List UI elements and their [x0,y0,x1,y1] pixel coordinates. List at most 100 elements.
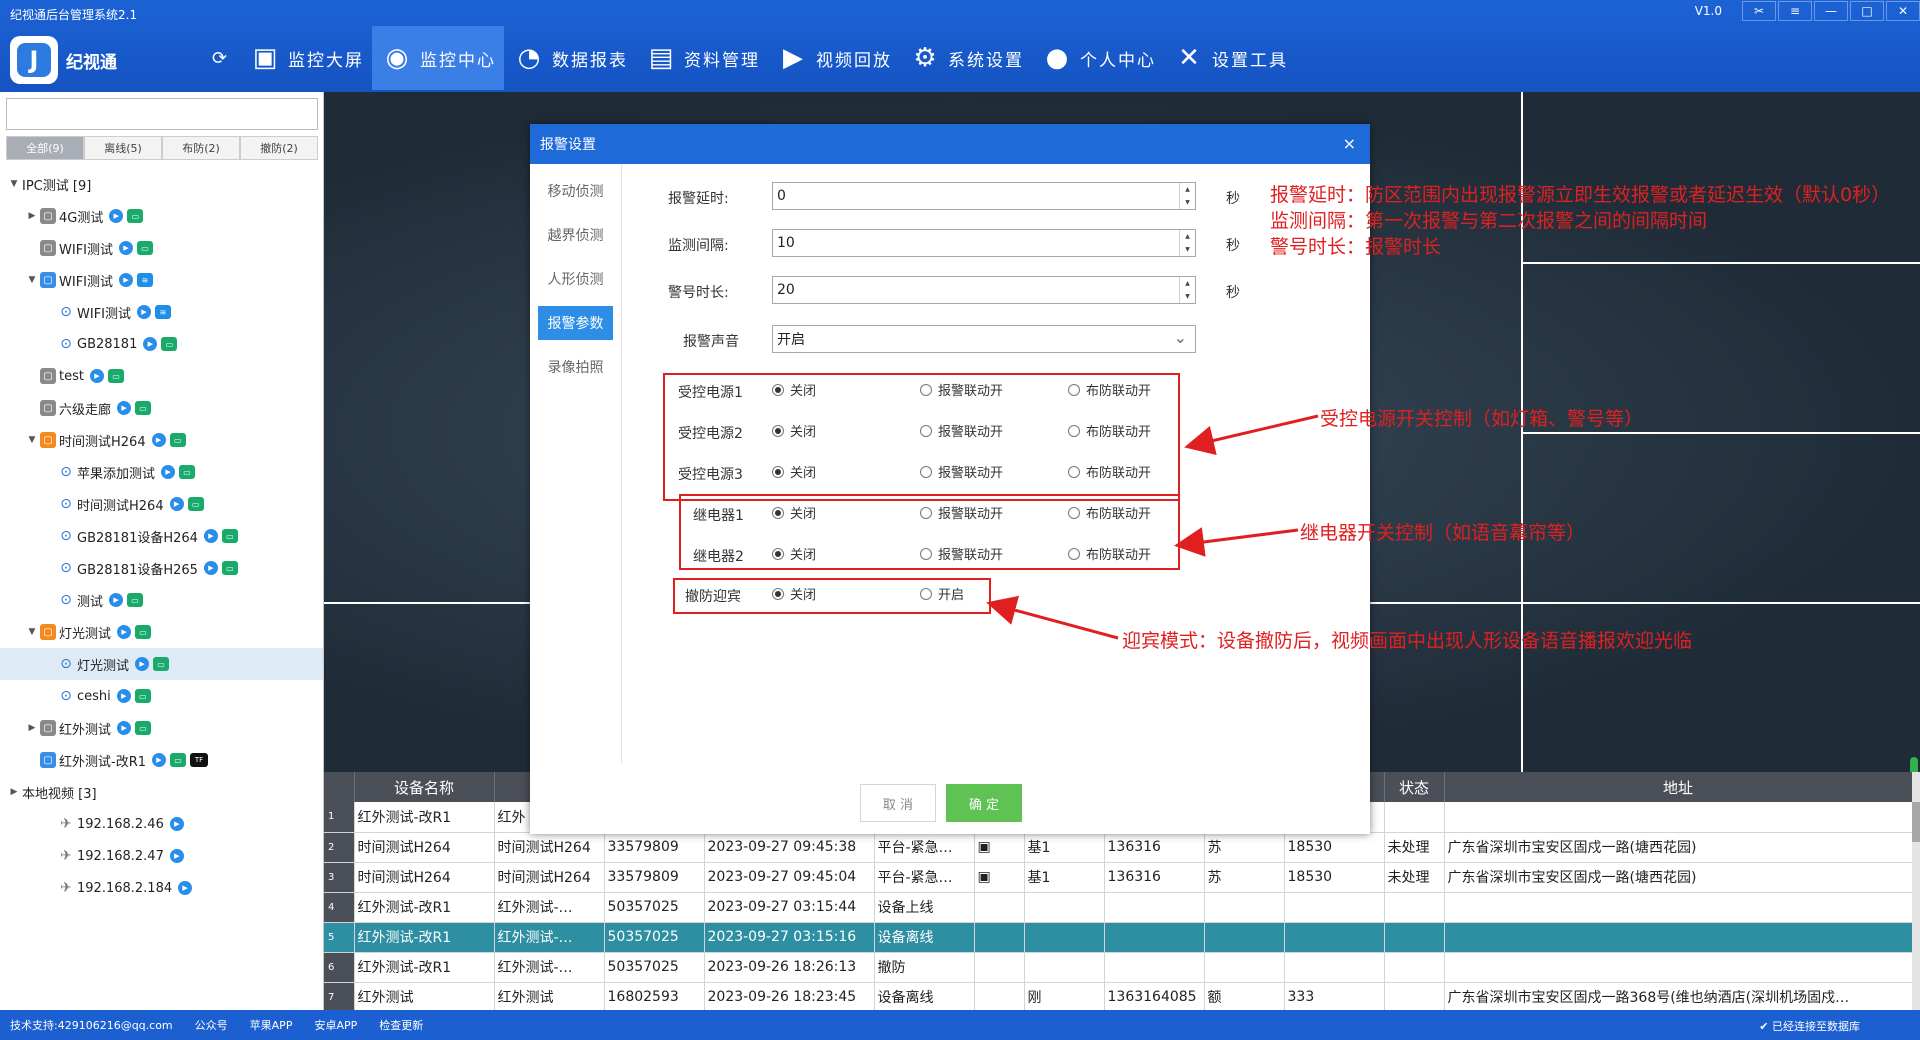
nav-tab-2[interactable]: ◔ 数据报表 [504,26,636,90]
cancel-button[interactable]: 取 消 [860,784,936,822]
play-icon[interactable]: ▶ [169,849,184,863]
tree-item[interactable]: ▢ test ▶ ▭ [0,360,323,392]
status-link[interactable]: 安卓APP [314,1017,357,1033]
nav-tab-4[interactable]: ▶ 视频回放 [768,26,900,90]
play-icon[interactable]: ▶ [89,369,104,383]
tree-item[interactable]: ▶ ▢ 红外测试 ▶ ▭ [0,712,323,744]
status-link[interactable]: 公众号 [195,1017,228,1033]
close-window-icon[interactable]: ✕ [1886,1,1920,21]
table-row[interactable]: 5 红外测试-改R1 红外测试-… 50357025 2023-09-27 03:15:… [324,922,1913,953]
number-input[interactable]: 20 ▲ ▼ [772,276,1196,304]
tree-item[interactable]: ⊙ GB28181设备H265 ▶ ▭ [0,552,323,584]
play-icon[interactable]: ▶ [117,721,132,735]
alarm-sound-select[interactable]: 开启 ⌄ [772,325,1196,353]
tree-item[interactable]: ✈ 192.168.2.46 ▶ [0,808,323,840]
play-icon[interactable]: ▶ [203,561,218,575]
play-icon[interactable]: ▶ [178,881,193,895]
table-row[interactable]: 7 红外测试 红外测试 16802593 2023-09-26 18:23:45 设备离线… [324,982,1913,1010]
expand-caret-icon[interactable]: ▼ [26,275,38,285]
expand-caret-icon[interactable]: ▼ [26,435,38,445]
nav-tab-7[interactable]: ✕ 设置工具 [1164,26,1296,90]
menu-icon[interactable]: ≡ [1778,1,1812,21]
nav-tab-3[interactable]: ▤ 资料管理 [636,26,768,90]
status-link[interactable]: 技术支持:429106216@qq.com [10,1017,173,1033]
table-scrollbar[interactable] [1912,772,1920,1010]
tree-item[interactable]: ⊙ GB28181 ▶ ▭ [0,328,323,360]
play-icon[interactable]: ▶ [143,337,158,351]
tree-item[interactable]: ▢ WIFI测试 ▶ ▭ [0,232,323,264]
refresh-icon[interactable]: ⟳ [212,48,227,69]
number-input[interactable]: 10 ▲ ▼ [772,229,1196,257]
play-icon[interactable]: ▶ [161,465,176,479]
status-link[interactable]: 检查更新 [379,1017,423,1033]
expand-caret-icon[interactable]: ▼ [8,179,20,189]
dialog-tab[interactable]: 移动侦测 [538,174,613,208]
tree-item[interactable]: ▢ 六级走廊 ▶ ▭ [0,392,323,424]
play-icon[interactable]: ▶ [109,593,124,607]
nav-tab-1[interactable]: ◉ 监控中心 [372,26,504,90]
play-icon[interactable]: ▶ [169,497,184,511]
tree-item[interactable]: ▶ ▢ 4G测试 ▶ ▭ [0,200,323,232]
tree-item[interactable]: ▼ IPC测试 [9] [0,168,323,200]
device-search-input[interactable] [6,98,318,130]
minimize-icon[interactable]: — [1814,1,1848,21]
close-icon[interactable]: × [1343,134,1356,153]
tree-item[interactable]: ⊙ 测试 ▶ ▭ [0,584,323,616]
skin-icon[interactable]: ✂ [1742,1,1776,21]
tree-item[interactable]: ✈ 192.168.2.184 ▶ [0,872,323,904]
filter-tab[interactable]: 全部(9) [6,136,84,160]
spin-down-icon[interactable]: ▼ [1180,290,1195,303]
spin-down-icon[interactable]: ▼ [1180,196,1195,209]
tree-item[interactable]: ⊙ GB28181设备H264 ▶ ▭ [0,520,323,552]
tree-item[interactable]: ▢ 红外测试-改R1 ▶ ▭ TF [0,744,323,776]
nav-tab-0[interactable]: ▣ 监控大屏 [240,26,372,90]
table-row[interactable]: 6 红外测试-改R1 红外测试-… 50357025 2023-09-26 18:26:… [324,952,1913,983]
play-icon[interactable]: ▶ [117,625,132,639]
table-row[interactable]: 3 时间测试H264 时间测试H264 33579809 2023-09-27 09:4… [324,862,1913,893]
filter-tab[interactable]: 撤防(2) [240,136,318,160]
play-icon[interactable]: ▶ [151,433,166,447]
tree-item[interactable]: ⊙ 苹果添加测试 ▶ ▭ [0,456,323,488]
number-input[interactable]: 0 ▲ ▼ [772,182,1196,210]
spin-down-icon[interactable]: ▼ [1180,243,1195,256]
play-icon[interactable]: ▶ [137,305,151,319]
nav-tab-5[interactable]: ⚙ 系统设置 [900,26,1032,90]
status-link[interactable]: 苹果APP [250,1017,293,1033]
tree-item[interactable]: ⊙ 时间测试H264 ▶ ▭ [0,488,323,520]
play-icon[interactable]: ▶ [135,657,150,671]
filter-tab[interactable]: 离线(5) [84,136,162,160]
tree-item[interactable]: ✈ 192.168.2.47 ▶ [0,840,323,872]
play-icon[interactable]: ▶ [117,401,132,415]
spin-up-icon[interactable]: ▲ [1180,230,1195,243]
play-icon[interactable]: ▶ [119,241,133,255]
dialog-tab[interactable]: 录像拍照 [538,350,613,384]
confirm-button[interactable]: 确 定 [946,784,1022,822]
play-icon[interactable]: ▶ [169,817,184,831]
expand-caret-icon[interactable]: ▶ [26,211,38,221]
filter-tab[interactable]: 布防(2) [162,136,240,160]
play-icon[interactable]: ▶ [116,689,131,703]
scrollbar-thumb[interactable] [1912,802,1920,842]
dialog-tab[interactable]: 越界侦测 [538,218,613,252]
expand-caret-icon[interactable]: ▶ [26,723,38,733]
play-icon[interactable]: ▶ [109,209,124,223]
dialog-tab[interactable]: 人形侦测 [538,262,613,296]
table-row[interactable]: 4 红外测试-改R1 红外测试-… 50357025 2023-09-27 03:15:… [324,892,1913,923]
tree-item[interactable]: ⊙ ceshi ▶ ▭ [0,680,323,712]
nav-tab-6[interactable]: ● 个人中心 [1032,26,1164,90]
table-row[interactable]: 2 时间测试H264 时间测试H264 33579809 2023-09-27 09:4… [324,832,1913,863]
tree-item[interactable]: ⊙ 灯光测试 ▶ ▭ [0,648,323,680]
tree-item[interactable]: ▼ ▢ WIFI测试 ▶ ≋ [0,264,323,296]
tree-item[interactable]: ▼ ▢ 灯光测试 ▶ ▭ [0,616,323,648]
spin-up-icon[interactable]: ▲ [1180,183,1195,196]
tree-item[interactable]: ▶ 本地视频 [3] [0,776,323,808]
play-icon[interactable]: ▶ [152,753,166,767]
expand-caret-icon[interactable]: ▼ [26,627,38,637]
expand-caret-icon[interactable]: ▶ [8,787,20,797]
maximize-icon[interactable]: □ [1850,1,1884,21]
play-icon[interactable]: ▶ [203,529,218,543]
play-icon[interactable]: ▶ [119,273,133,287]
spin-up-icon[interactable]: ▲ [1180,277,1195,290]
tree-item[interactable]: ⊙ WIFI测试 ▶ ≋ [0,296,323,328]
dialog-tab[interactable]: 报警参数 [538,306,613,340]
